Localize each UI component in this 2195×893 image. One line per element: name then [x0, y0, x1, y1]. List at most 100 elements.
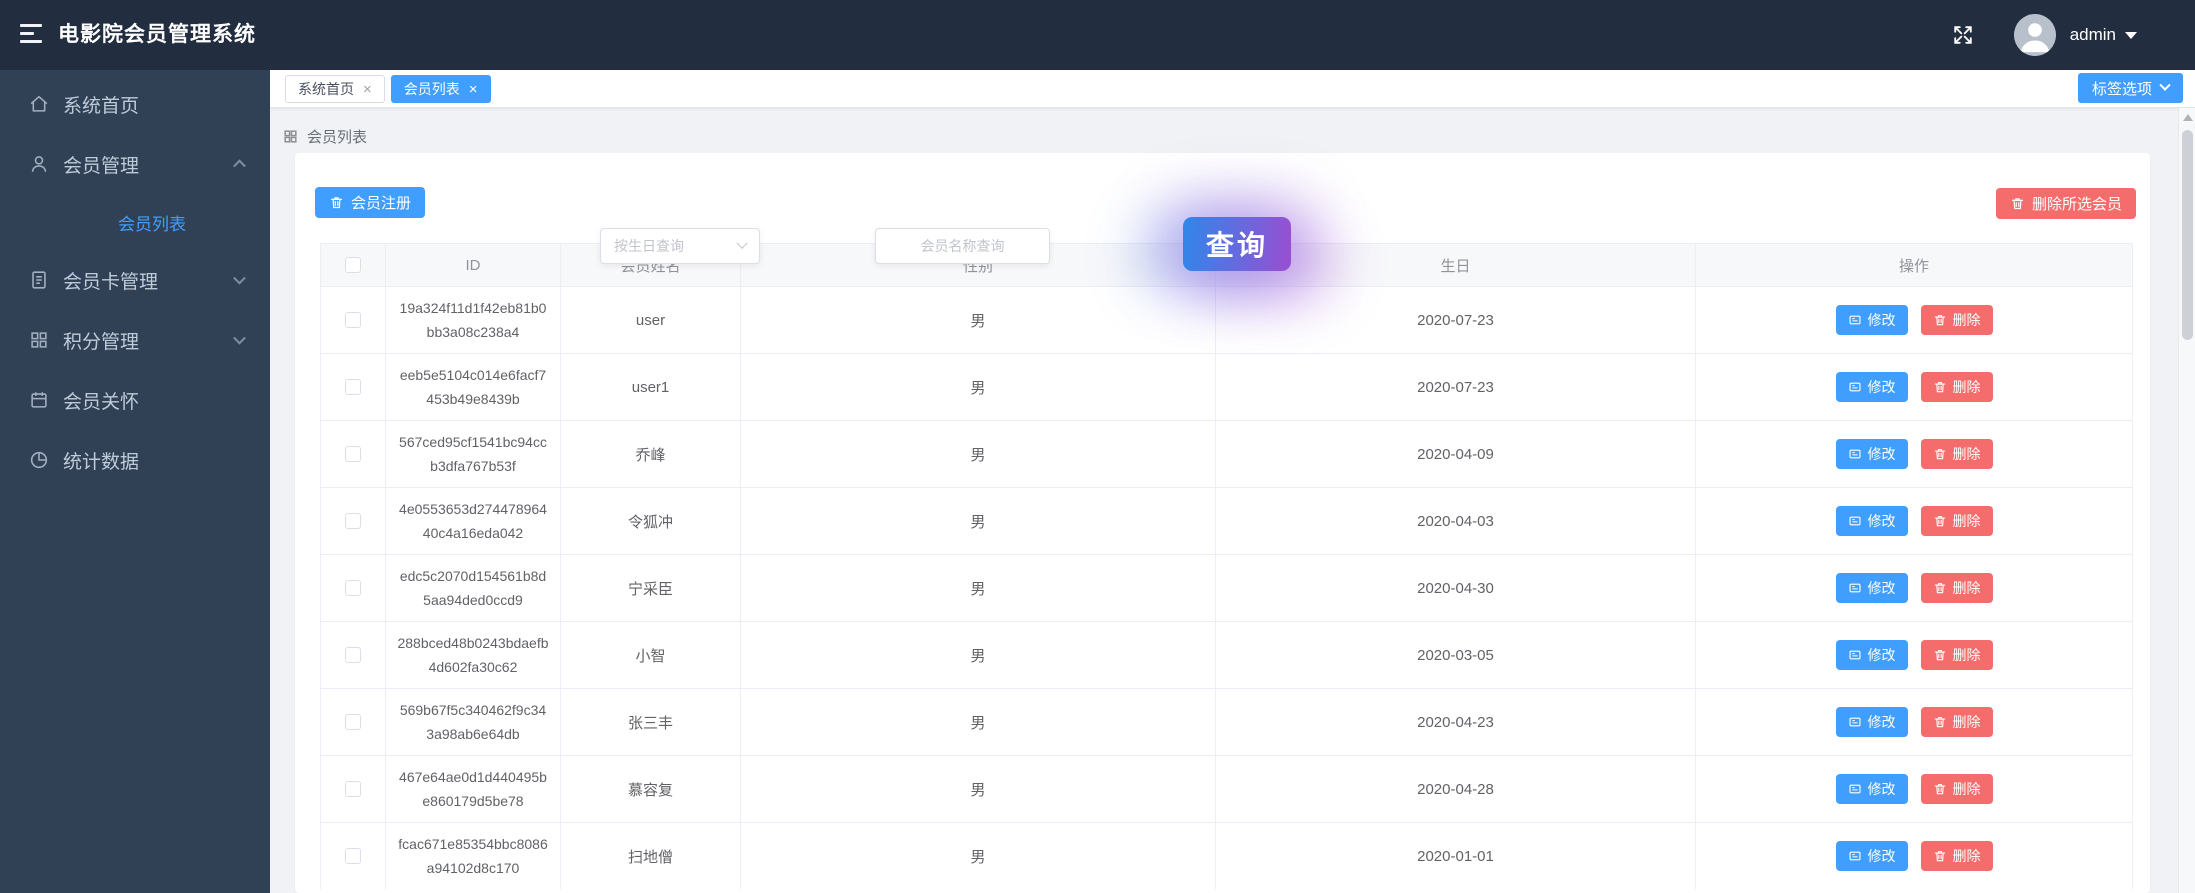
sidebar-item[interactable]: 会员卡管理: [0, 250, 270, 310]
query-button[interactable]: 查询: [1183, 217, 1291, 271]
sidebar-item-label: 会员关怀: [63, 391, 140, 413]
delete-button[interactable]: 删除: [1920, 640, 1993, 670]
close-icon[interactable]: ×: [469, 82, 478, 97]
member-name: user: [561, 287, 741, 353]
row-checkbox[interactable]: [345, 312, 361, 328]
sidebar-item[interactable]: 会员列表: [0, 194, 270, 250]
edit-icon: [1848, 449, 1861, 459]
member-list-card: 会员注册 删除所选会员 按生日查询 查询 ID 会员姓名 性别 生日 操作 19…: [295, 153, 2150, 893]
edit-icon: [1848, 382, 1861, 392]
column-header-actions: 操作: [1898, 257, 1929, 275]
edit-button[interactable]: 修改: [1835, 506, 1908, 536]
delete-button[interactable]: 删除: [1920, 707, 1993, 737]
sidebar-item[interactable]: 会员管理: [0, 134, 270, 194]
avatar[interactable]: [2013, 14, 2056, 56]
trash-icon: [330, 197, 343, 209]
pie-chart-icon: [28, 449, 50, 471]
birthday-filter-select[interactable]: 按生日查询: [600, 228, 760, 264]
member-id: 569b67f5c340462f9c343a98ab6e64db: [386, 689, 561, 755]
sidebar-item[interactable]: 系统首页: [0, 74, 270, 134]
grid-icon: [28, 329, 50, 351]
row-checkbox[interactable]: [345, 714, 361, 730]
sidebar-item-label: 积分管理: [63, 331, 140, 353]
trash-icon: [1934, 851, 1945, 862]
member-id: 19a324f11d1f42eb81b0bb3a08c238a4: [386, 287, 561, 353]
fullscreen-icon[interactable]: [1952, 24, 1974, 46]
trash-icon: [1934, 449, 1945, 460]
delete-button[interactable]: 删除: [1920, 573, 1993, 603]
trash-icon: [1934, 382, 1945, 393]
member-gender: 男: [741, 756, 1216, 822]
row-checkbox[interactable]: [345, 848, 361, 864]
edit-button[interactable]: 修改: [1835, 640, 1908, 670]
delete-button[interactable]: 删除: [1920, 305, 1993, 335]
table-row: 4e0553653d27447896440c4a16eda042 令狐冲 男 2…: [321, 487, 2132, 554]
scrollbar-thumb[interactable]: [2182, 130, 2193, 340]
row-checkbox[interactable]: [345, 513, 361, 529]
edit-button[interactable]: 修改: [1835, 841, 1908, 871]
edit-button[interactable]: 修改: [1835, 305, 1908, 335]
edit-button[interactable]: 修改: [1835, 573, 1908, 603]
tab[interactable]: 系统首页 ×: [285, 75, 385, 103]
chevron-down-icon: [2159, 79, 2171, 91]
caret-down-icon[interactable]: [2125, 31, 2137, 39]
column-header-id: ID: [386, 244, 561, 286]
edit-button[interactable]: 修改: [1835, 774, 1908, 804]
sidebar-item-label: 系统首页: [63, 95, 140, 117]
row-checkbox[interactable]: [345, 580, 361, 596]
scroll-up-arrow-icon[interactable]: [2183, 114, 2193, 121]
delete-button[interactable]: 删除: [1920, 774, 1993, 804]
close-icon[interactable]: ×: [363, 82, 372, 97]
vertical-scrollbar[interactable]: [2178, 108, 2195, 893]
edit-icon: [1848, 583, 1861, 593]
row-checkbox[interactable]: [345, 781, 361, 797]
calendar-icon: [28, 389, 50, 411]
hamburger-icon[interactable]: [20, 24, 42, 46]
tab[interactable]: 会员列表 ×: [390, 75, 491, 103]
chevron-icon: [233, 271, 246, 285]
member-birthday: 2020-04-23: [1216, 689, 1696, 755]
delete-button[interactable]: 删除: [1920, 372, 1993, 402]
table-row: 567ced95cf1541bc94ccb3dfa767b53f 乔峰 男 20…: [321, 420, 2132, 487]
select-all-checkbox[interactable]: [345, 257, 361, 273]
member-birthday: 2020-04-03: [1216, 488, 1696, 554]
member-birthday: 2020-03-05: [1216, 622, 1696, 688]
edit-button[interactable]: 修改: [1835, 439, 1908, 469]
member-name: 小智: [561, 622, 741, 688]
member-name: 宁采臣: [561, 555, 741, 621]
member-register-button[interactable]: 会员注册: [315, 187, 426, 218]
sidebar-item[interactable]: 会员关怀: [0, 370, 270, 430]
tag-options-button[interactable]: 标签选项: [2077, 73, 2183, 103]
tabbar: 系统首页 × 会员列表 × 标签选项: [270, 70, 2195, 108]
trash-icon: [2011, 198, 2024, 210]
member-birthday: 2020-04-09: [1216, 421, 1696, 487]
delete-button[interactable]: 删除: [1920, 506, 1993, 536]
member-gender: 男: [741, 421, 1216, 487]
delete-button[interactable]: 删除: [1920, 841, 1993, 871]
row-checkbox[interactable]: [345, 446, 361, 462]
delete-selected-members-button[interactable]: 删除所选会员: [1995, 188, 2136, 219]
sidebar-item[interactable]: 积分管理: [0, 310, 270, 370]
table-row: fcac671e85354bbc8086a94102d8c170 扫地僧 男 2…: [321, 822, 2132, 889]
table-row: edc5c2070d154561b8d5aa94ded0ccd9 宁采臣 男 2…: [321, 554, 2132, 621]
row-checkbox[interactable]: [345, 379, 361, 395]
username[interactable]: admin: [2070, 25, 2116, 45]
trash-icon: [1934, 650, 1945, 661]
member-gender: 男: [741, 823, 1216, 889]
edit-button[interactable]: 修改: [1835, 372, 1908, 402]
trash-icon: [1934, 516, 1945, 527]
card-icon: [28, 269, 50, 291]
user-icon: [28, 153, 50, 175]
topbar: 电影院会员管理系统 admin: [0, 0, 2195, 70]
member-birthday: 2020-04-28: [1216, 756, 1696, 822]
sidebar-item[interactable]: 统计数据: [0, 430, 270, 490]
trash-icon: [1934, 583, 1945, 594]
member-name-search-input[interactable]: [875, 228, 1050, 264]
delete-button[interactable]: 删除: [1920, 439, 1993, 469]
table-row: eeb5e5104c014e6facf7453b49e8439b user1 男…: [321, 353, 2132, 420]
member-name: 扫地僧: [561, 823, 741, 889]
member-id: 4e0553653d27447896440c4a16eda042: [386, 488, 561, 554]
edit-button[interactable]: 修改: [1835, 707, 1908, 737]
edit-icon: [1848, 315, 1861, 325]
row-checkbox[interactable]: [345, 647, 361, 663]
